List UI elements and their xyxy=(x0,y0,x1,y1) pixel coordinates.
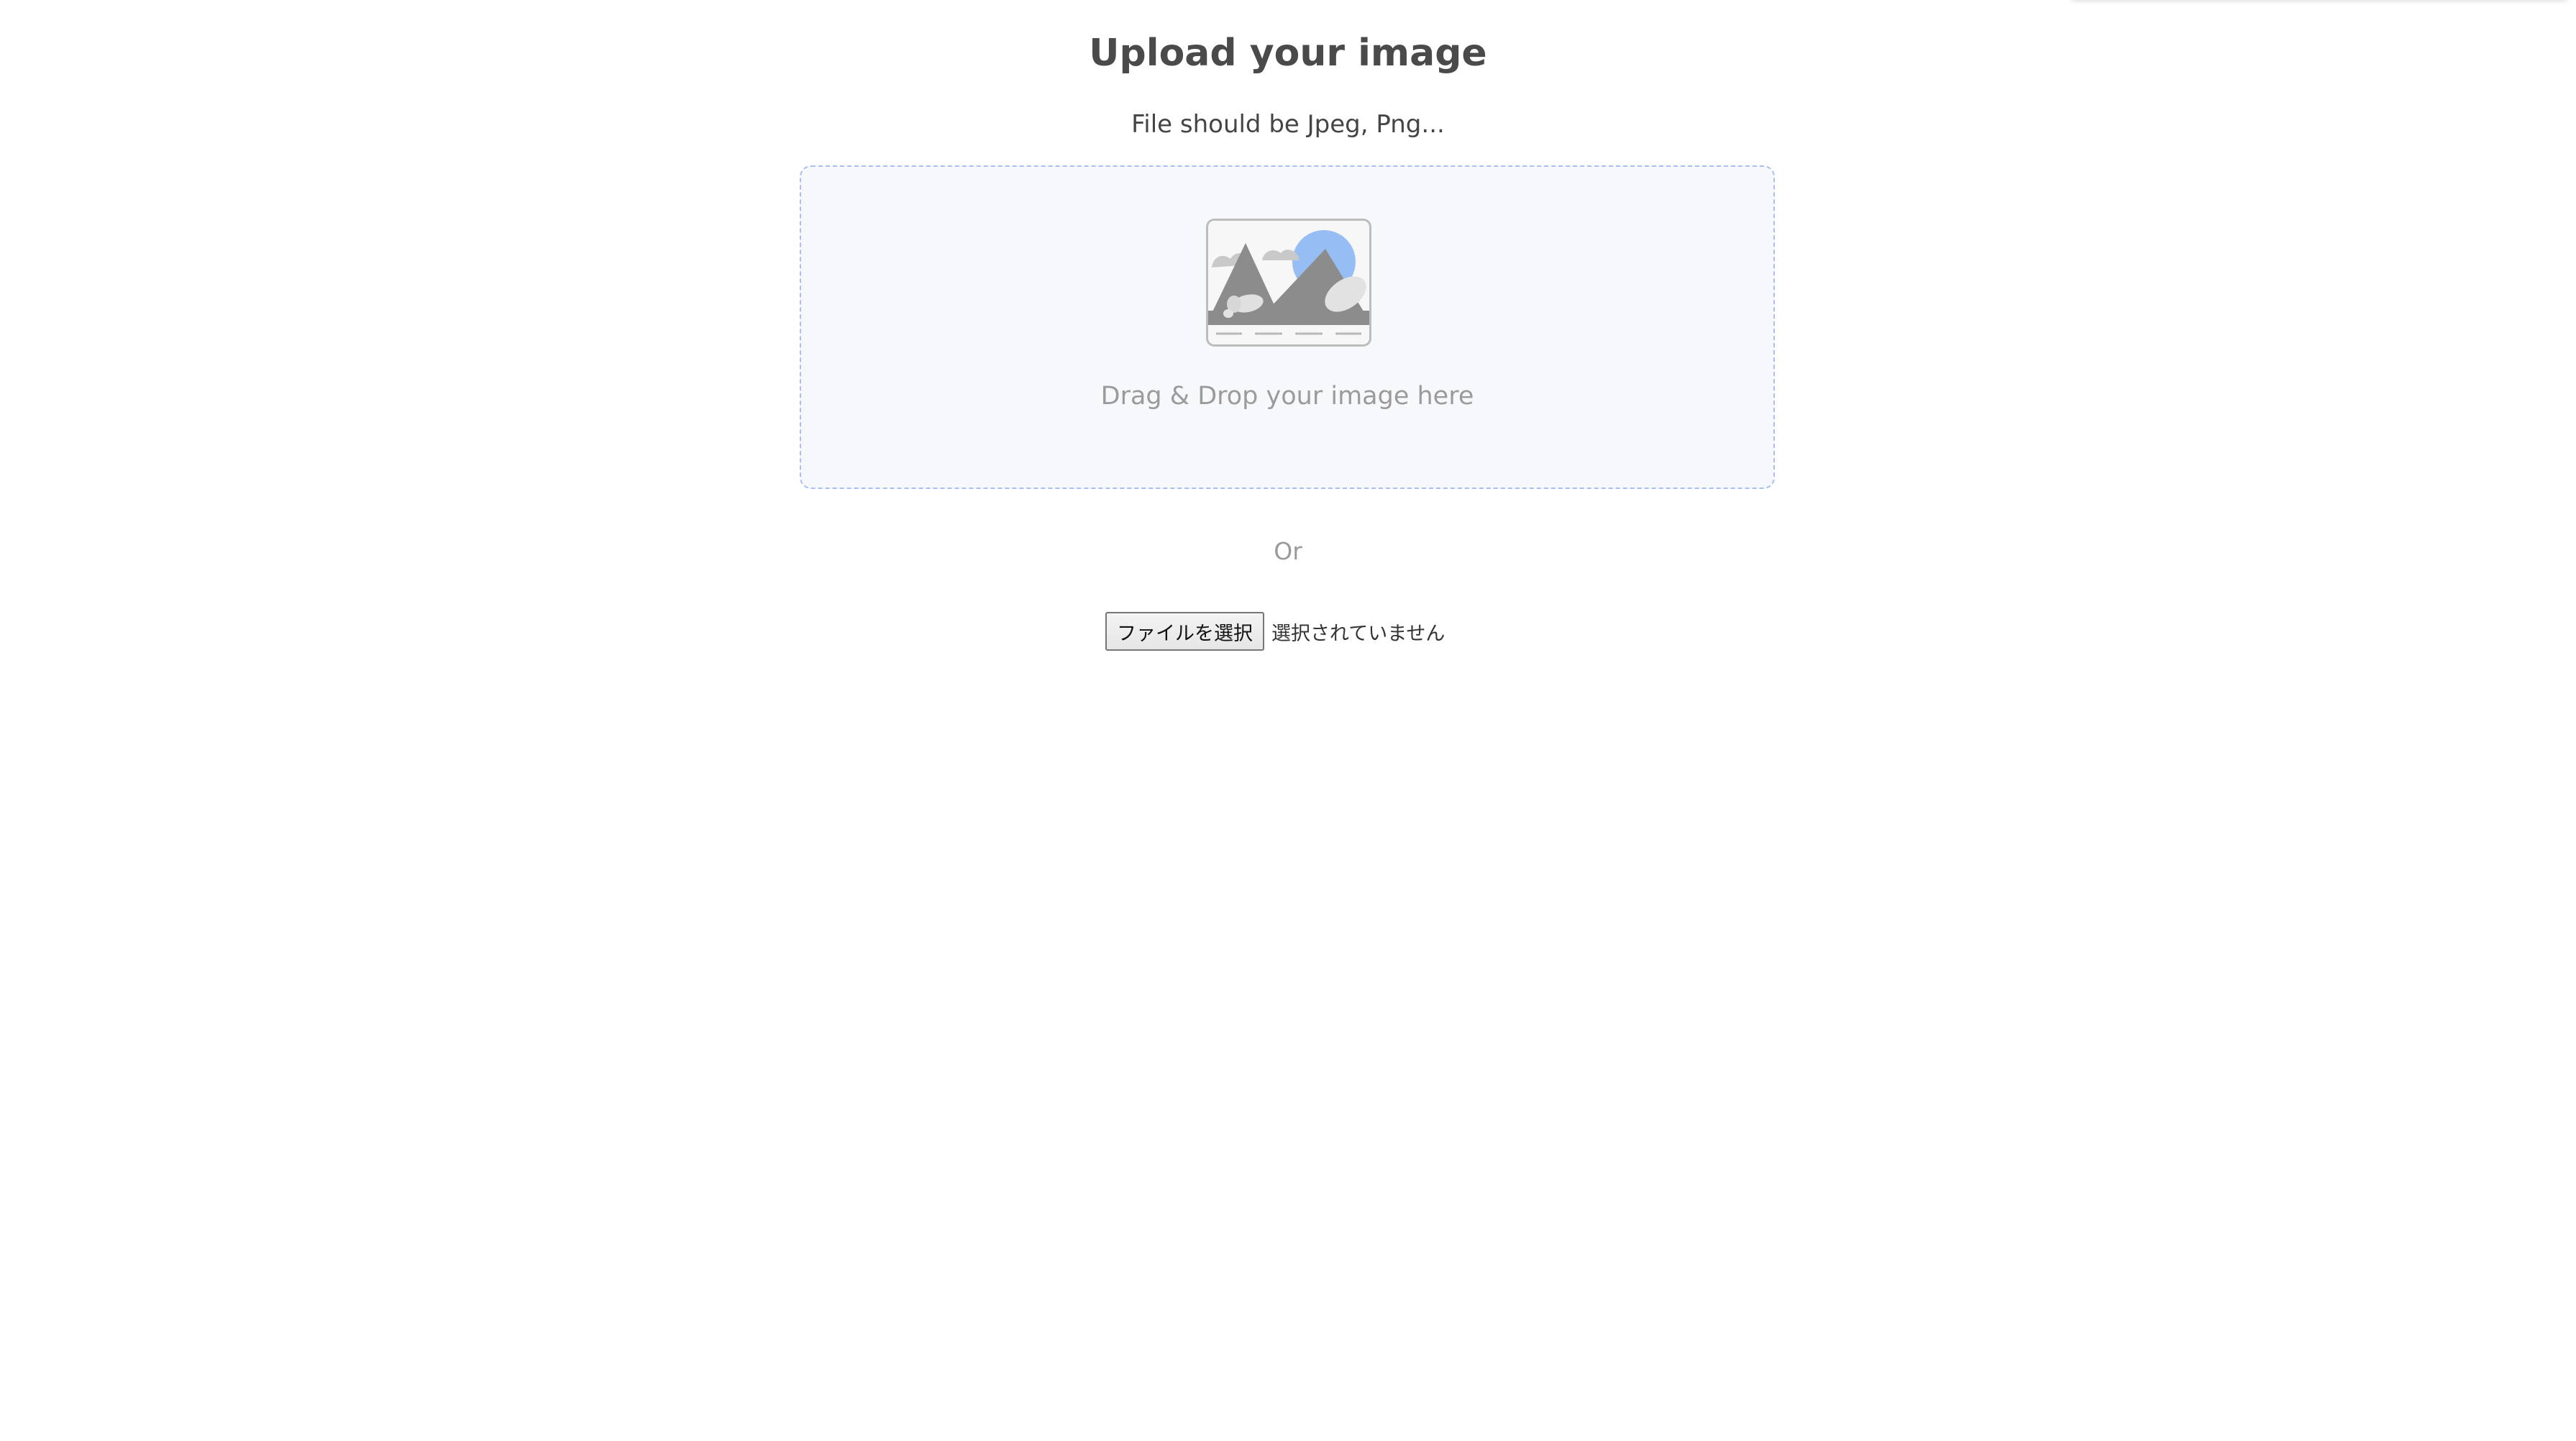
image-dropzone[interactable]: Drag & Drop your image here xyxy=(800,165,1775,489)
page-title: Upload your image xyxy=(1089,32,1487,75)
file-type-hint: File should be Jpeg, Png... xyxy=(1131,110,1445,139)
or-divider-text: Or xyxy=(1274,537,1302,565)
no-file-selected-text: 選択されていません xyxy=(1271,622,1445,645)
dropzone-instruction: Drag & Drop your image here xyxy=(1100,382,1474,411)
image-placeholder-icon xyxy=(1206,219,1371,347)
upload-page: Upload your image File should be Jpeg, P… xyxy=(0,0,2576,1441)
choose-file-button[interactable]: ファイルを選択 xyxy=(1105,612,1264,651)
file-input[interactable]: ファイルを選択 選択されていません xyxy=(1105,611,1445,651)
